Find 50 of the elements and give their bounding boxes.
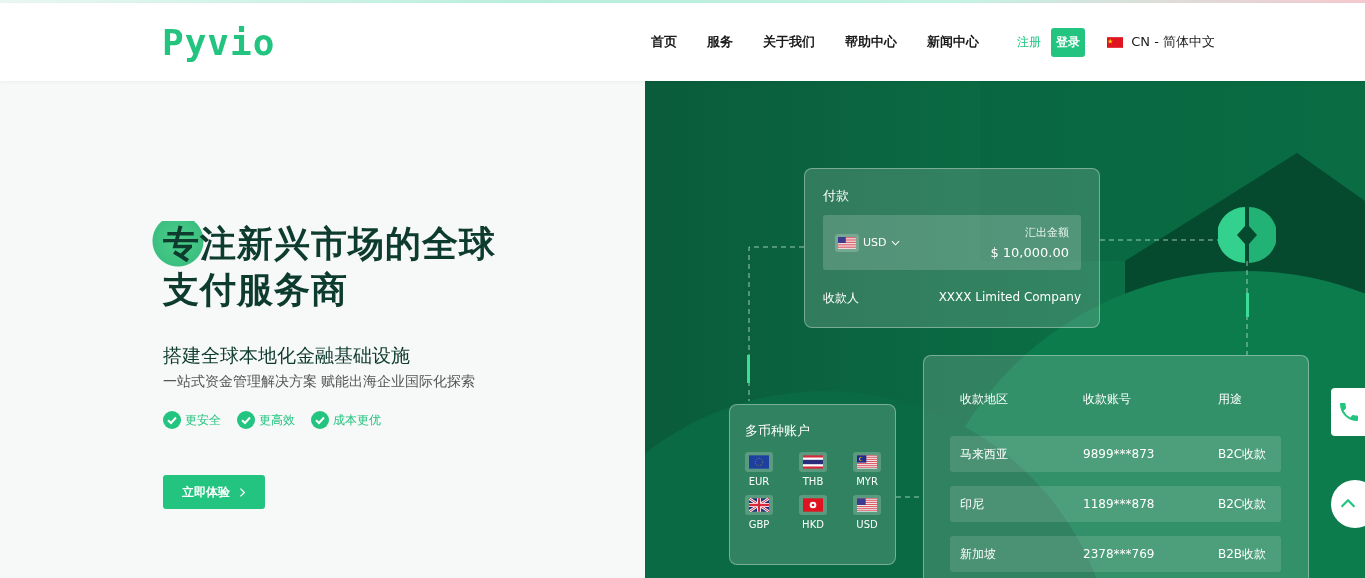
table-cell-text: 新加坡 — [960, 545, 997, 563]
currency-code: GBP — [747, 519, 771, 530]
payee-label: 收款人 — [823, 290, 859, 307]
nav-link[interactable]: 新闻中心 — [927, 33, 980, 51]
check-icon — [237, 411, 255, 429]
feature-label: 更安全 — [185, 411, 221, 429]
amount-label: 汇出金额 — [1024, 225, 1069, 240]
table-cell-text: 9899***873 — [1083, 447, 1156, 461]
column-header: 收款账号 — [1083, 390, 1132, 408]
table-cell-text: 马来西亚 — [960, 445, 1009, 463]
card-title: 付款 — [823, 187, 850, 205]
amount-value: $ 10,000.00 — [990, 245, 1069, 260]
chevron-icon — [238, 486, 246, 498]
table-cell-text: 2378***769 — [1083, 547, 1156, 561]
flag-icon — [803, 455, 823, 469]
hero-subtitle: 搭建全球本地化金融基础设施 — [163, 343, 410, 368]
hero-description: 一站式资金管理解决方案 赋能出海企业国际化探索 — [163, 373, 476, 391]
flag-icon — [803, 498, 823, 512]
phone-icon — [1337, 400, 1361, 424]
nav-link[interactable]: 首页 — [651, 33, 678, 51]
coin-icon — [1218, 206, 1276, 264]
currency-code: EUR — [747, 476, 771, 487]
currency-code: USD — [855, 519, 879, 530]
flag-icon — [857, 498, 877, 512]
table-cell-text: B2C收款 — [1218, 495, 1268, 513]
feature-label: 成本更优 — [333, 411, 381, 429]
flag-icon — [857, 455, 877, 469]
feature-label: 更高效 — [259, 411, 295, 429]
table-cell-text: 1189***878 — [1083, 497, 1156, 511]
table-cell-text: B2C收款 — [1218, 445, 1268, 463]
nav-link[interactable]: 服务 — [707, 33, 734, 51]
nav-link[interactable]: 关于我们 — [763, 33, 816, 51]
flag-icon — [749, 498, 769, 512]
column-header: 用途 — [1218, 390, 1243, 408]
column-header: 收款地区 — [960, 390, 1009, 408]
nav-link[interactable]: 帮助中心 — [845, 33, 898, 51]
currency-selector[interactable]: USD — [835, 233, 900, 252]
language-selector[interactable]: CN - 简体中文 — [1107, 33, 1215, 51]
table-cell-text: 印尼 — [960, 495, 985, 513]
card-title: 多币种账户 — [745, 422, 811, 440]
check-icon — [163, 411, 181, 429]
currency-code: HKD — [801, 519, 825, 530]
flag-icon — [749, 455, 769, 469]
dropdown-icon — [890, 239, 900, 246]
table-cell-text: B2B收款 — [1218, 545, 1268, 563]
check-icon — [311, 411, 329, 429]
flag-icon — [1107, 36, 1124, 48]
payee-name: XXXX Limited Company — [938, 290, 1081, 306]
currency-code: MYR — [855, 476, 879, 487]
currency-code: THB — [801, 476, 825, 487]
